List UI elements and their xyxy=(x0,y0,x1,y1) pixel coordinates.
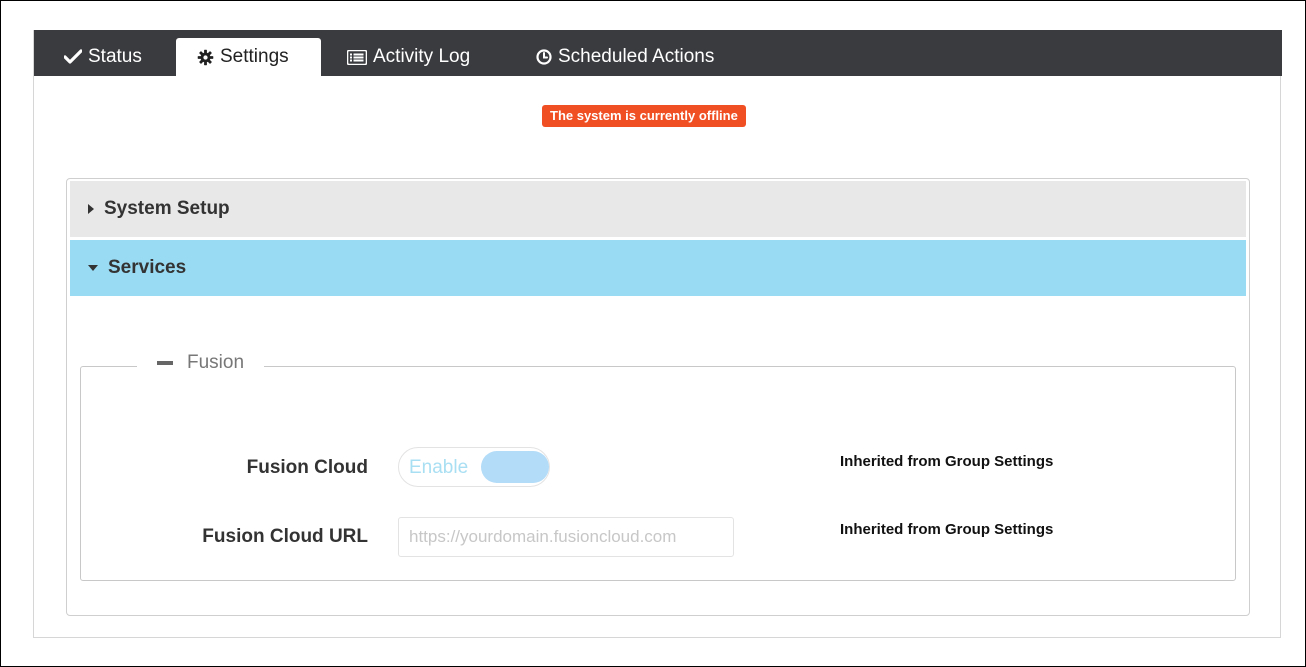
tab-settings[interactable]: Settings xyxy=(176,38,321,76)
caret-right-icon xyxy=(88,204,94,214)
accordion-label: Services xyxy=(108,257,187,278)
fusion-cloud-url-input[interactable] xyxy=(398,517,734,557)
tab-label: Activity Log xyxy=(373,46,471,67)
fusion-legend[interactable]: Fusion xyxy=(137,352,265,374)
status-badge: The system is currently offline xyxy=(542,105,746,127)
accordion-label: System Setup xyxy=(104,198,230,219)
check-icon xyxy=(64,49,82,65)
caret-down-icon xyxy=(88,265,98,271)
toggle-label: Enable xyxy=(409,457,469,478)
accordion-header-services[interactable]: Services xyxy=(70,240,1246,296)
accordion-header-system-setup[interactable]: System Setup xyxy=(70,181,1246,237)
fusion-cloud-url-label: Fusion Cloud URL xyxy=(202,526,368,547)
tab-label: Settings xyxy=(220,46,289,67)
app-panel: Status Settings Activity Log Scheduled A… xyxy=(33,30,1282,638)
fusion-cloud-label: Fusion Cloud xyxy=(246,457,368,478)
settings-accordion: System Setup Services Fusion Fusion Clou… xyxy=(66,178,1250,616)
toggle-knob xyxy=(481,451,549,483)
tab-activity-log[interactable]: Activity Log xyxy=(335,38,482,76)
fusion-cloud-inherited-note: Inherited from Group Settings xyxy=(840,453,1054,470)
tab-scheduled-actions[interactable]: Scheduled Actions xyxy=(524,38,726,76)
tab-label: Status xyxy=(88,46,142,67)
tab-status[interactable]: Status xyxy=(52,38,154,76)
gear-icon xyxy=(197,49,214,66)
fusion-cloud-url-inherited-note: Inherited from Group Settings xyxy=(840,521,1054,538)
list-icon xyxy=(347,49,367,65)
fusion-legend-label: Fusion xyxy=(187,352,245,373)
fusion-fieldset: Fusion Fusion Cloud Enable Inherited fro… xyxy=(80,352,1236,581)
tab-label: Scheduled Actions xyxy=(558,46,715,67)
fusion-cloud-toggle[interactable]: Enable xyxy=(398,447,550,487)
collapse-minus-icon xyxy=(157,361,173,365)
tab-bar: Status Settings Activity Log Scheduled A… xyxy=(34,30,1282,76)
clock-icon xyxy=(536,49,552,65)
